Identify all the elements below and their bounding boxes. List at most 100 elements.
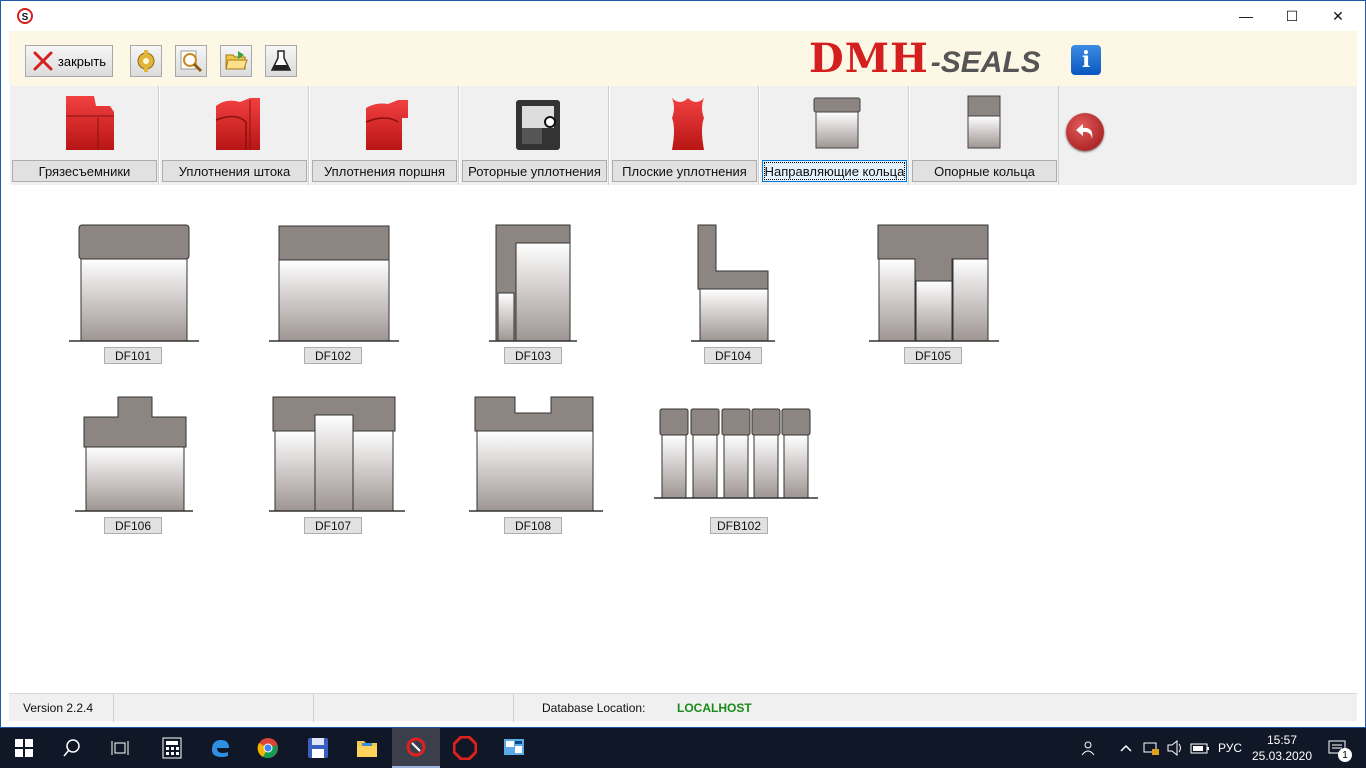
- category-wipers[interactable]: Грязесъемники: [9, 86, 159, 185]
- category-label: Опорные кольца: [912, 160, 1057, 182]
- control-panel-app[interactable]: [490, 728, 538, 768]
- clock[interactable]: 15:57 25.03.2020: [1252, 728, 1312, 768]
- category-label: Уплотнения штока: [162, 160, 307, 182]
- logo-main-text: DMH: [809, 35, 929, 82]
- product-label: DF103: [504, 347, 562, 364]
- lab-flask-button[interactable]: [265, 45, 297, 77]
- flat-seal-icon: [672, 98, 704, 150]
- dmh-seals-app[interactable]: [392, 728, 440, 768]
- category-label: Уплотнения поршня: [312, 160, 457, 182]
- product-df106[interactable]: DF106: [69, 393, 209, 543]
- product-df107[interactable]: DF107: [269, 393, 409, 543]
- start-button[interactable]: [0, 728, 48, 768]
- gear-person-icon: [137, 50, 155, 72]
- df105-profile-icon: [869, 224, 999, 342]
- backup-ring-icon: [967, 95, 1001, 149]
- version-cell: Version 2.2.4: [9, 694, 114, 722]
- language-indicator[interactable]: РУС: [1218, 728, 1242, 768]
- task-view-button[interactable]: [96, 728, 144, 768]
- app-window: S — ☐ ✕ закрыть DMH -SEALS i Грязесъемни…: [0, 0, 1366, 728]
- df108-profile-icon: [469, 396, 603, 512]
- df103-profile-icon: [489, 224, 577, 342]
- save-app[interactable]: [294, 728, 342, 768]
- file-explorer-app[interactable]: [343, 728, 391, 768]
- back-arrow-icon: [1076, 124, 1093, 139]
- product-label: DF105: [904, 347, 962, 364]
- dmh-seals-logo: DMH -SEALS: [809, 35, 1041, 82]
- windows-logo-icon: [15, 739, 33, 757]
- piston-seal-icon: [365, 100, 408, 150]
- svg-text:S: S: [22, 12, 29, 23]
- back-button[interactable]: [1066, 113, 1104, 151]
- search-taskbar-button[interactable]: [48, 728, 96, 768]
- category-label: Плоские уплотнения: [612, 160, 757, 182]
- close-app-button[interactable]: закрыть: [25, 45, 113, 77]
- category-bar: Грязесъемники Уплотнения штока Уплотнени…: [9, 86, 1357, 185]
- volume-tray[interactable]: [1166, 728, 1184, 768]
- title-bar[interactable]: S — ☐ ✕: [1, 1, 1365, 31]
- df101-profile-icon: [69, 224, 199, 342]
- control-panel-icon: [504, 739, 524, 755]
- notification-count: 1: [1338, 748, 1352, 762]
- chrome-browser-app[interactable]: [244, 728, 292, 768]
- language-text: РУС: [1218, 741, 1243, 755]
- octagon-icon: [453, 736, 477, 760]
- people-tray[interactable]: [1080, 728, 1098, 768]
- logo-sub-text: -SEALS: [930, 46, 1041, 79]
- status-cell-empty: [114, 694, 314, 722]
- product-label: DF101: [104, 347, 162, 364]
- chevron-up-icon: [1120, 744, 1132, 752]
- product-df105[interactable]: DF105: [869, 223, 1009, 373]
- category-label: Грязесъемники: [12, 160, 157, 182]
- product-label: DF102: [304, 347, 362, 364]
- product-dfb102[interactable]: DFB102: [654, 393, 824, 543]
- category-rotary-seals[interactable]: Роторные уплотнения: [459, 86, 609, 185]
- floppy-disk-icon: [308, 738, 328, 758]
- dmh-app-icon: [406, 737, 426, 757]
- people-icon: [1081, 741, 1095, 756]
- stop-app[interactable]: [441, 728, 489, 768]
- product-label: DF104: [704, 347, 762, 364]
- category-guide-rings[interactable]: Направляющие кольца: [759, 86, 909, 185]
- product-df102[interactable]: DF102: [269, 223, 409, 373]
- edge-browser-app[interactable]: [196, 728, 244, 768]
- category-flat-seals[interactable]: Плоские уплотнения: [609, 86, 759, 185]
- clock-date: 25.03.2020: [1251, 749, 1313, 763]
- product-df104[interactable]: DF104: [669, 223, 809, 373]
- category-piston-seals[interactable]: Уплотнения поршня: [309, 86, 459, 185]
- maximize-button[interactable]: ☐: [1269, 1, 1315, 31]
- category-rod-seals[interactable]: Уплотнения штока: [159, 86, 309, 185]
- product-df101[interactable]: DF101: [69, 223, 209, 373]
- search-button[interactable]: [175, 45, 207, 77]
- product-label: DF107: [304, 517, 362, 534]
- folder-open-icon: [225, 51, 248, 70]
- product-df103[interactable]: DF103: [469, 223, 609, 373]
- db-location-label: Database Location:: [542, 701, 646, 715]
- network-tray[interactable]: [1142, 728, 1160, 768]
- status-bar: Version 2.2.4 Database Location: LOCALHO…: [9, 693, 1357, 722]
- settings-button[interactable]: [130, 45, 162, 77]
- dfb102-profile-icon: [654, 408, 818, 499]
- df104-profile-icon: [691, 224, 775, 342]
- speaker-icon: [1167, 740, 1181, 756]
- info-button[interactable]: i: [1071, 45, 1101, 75]
- calculator-app[interactable]: [148, 728, 196, 768]
- df102-profile-icon: [269, 225, 399, 342]
- network-icon: [1143, 742, 1159, 755]
- power-tray[interactable]: [1190, 728, 1210, 768]
- open-folder-button[interactable]: [220, 45, 252, 77]
- calculator-icon: [162, 737, 182, 759]
- product-df108[interactable]: DF108: [469, 393, 609, 543]
- product-label: DFB102: [710, 517, 768, 534]
- wiper-seal-icon: [66, 96, 114, 150]
- toolbar: закрыть DMH -SEALS i: [9, 31, 1357, 86]
- tray-expand-button[interactable]: [1120, 728, 1132, 768]
- category-backup-rings[interactable]: Опорные кольца: [909, 86, 1059, 185]
- close-x-icon: [33, 51, 53, 71]
- product-label: DF108: [504, 517, 562, 534]
- minimize-button[interactable]: —: [1223, 1, 1269, 31]
- db-label-cell: Database Location:: [514, 694, 674, 722]
- close-window-button[interactable]: ✕: [1315, 1, 1361, 31]
- flask-icon: [270, 50, 292, 71]
- notifications-button[interactable]: 1: [1322, 728, 1352, 768]
